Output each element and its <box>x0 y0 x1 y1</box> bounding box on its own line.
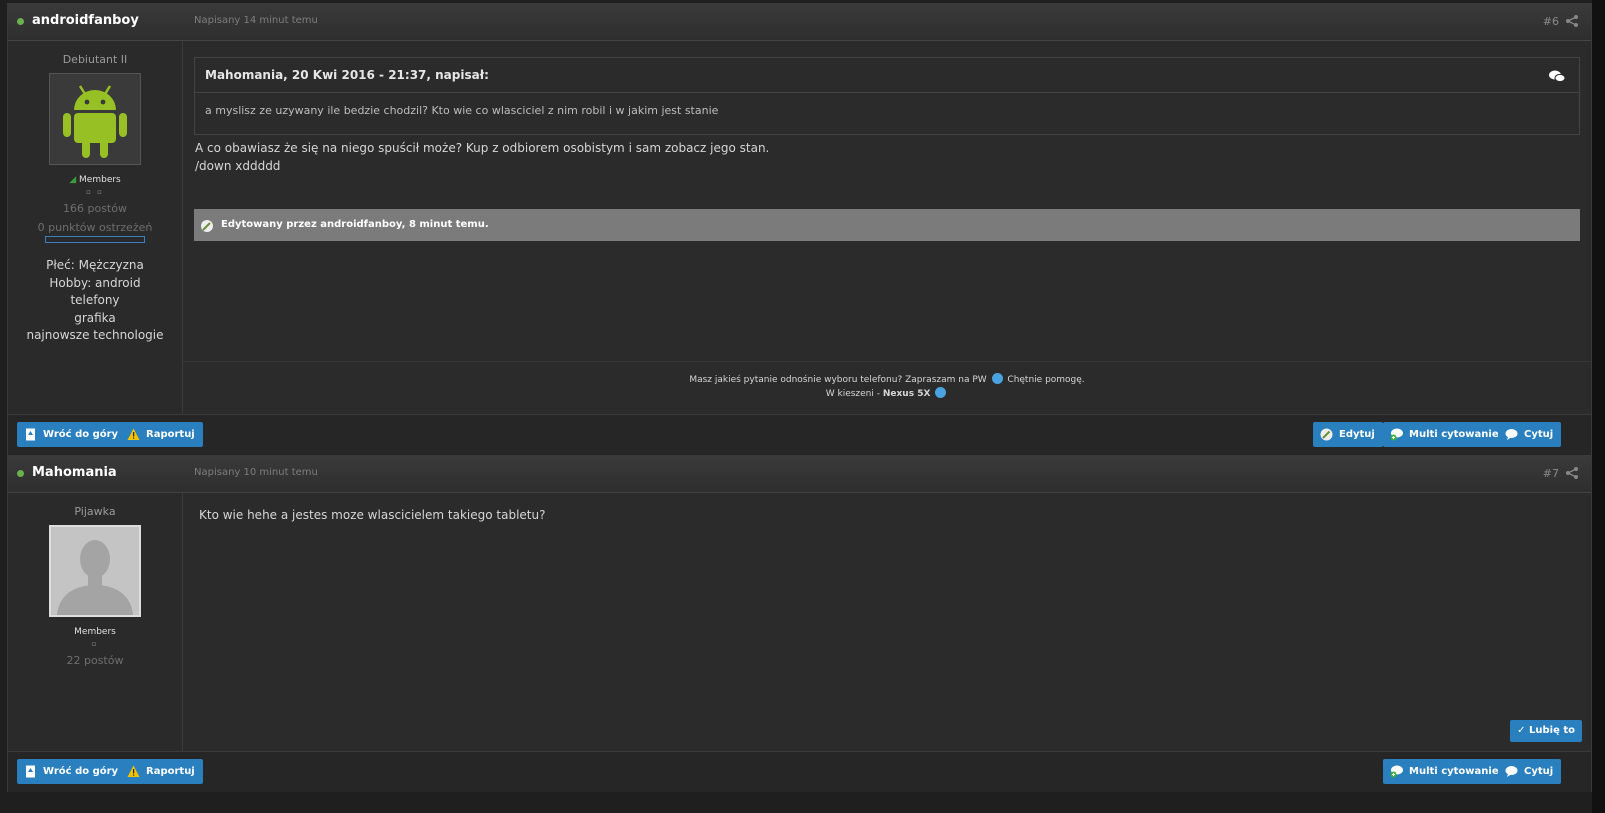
android-robot-icon <box>63 85 127 158</box>
signature-line: W kieszeni - Nexus 5X <box>183 387 1591 401</box>
default-user-silhouette-icon <box>51 527 139 615</box>
back-to-top-button[interactable]: Wróć do góry <box>17 759 127 784</box>
button-label: Cytuj <box>1524 429 1554 440</box>
post-content: Kto wie hehe a jestes moze wlascicielem … <box>183 493 1591 752</box>
rank-pips: ▫ <box>91 640 99 648</box>
quote-citation: Mahomania, 20 Kwi 2016 - 21:37, napisał: <box>205 68 489 82</box>
smile-icon <box>935 387 947 398</box>
user-rank: Debiutant II <box>62 53 128 66</box>
multiquote-button[interactable]: Multi cytowanie <box>1383 422 1507 447</box>
warning-icon <box>127 428 140 440</box>
user-group: Members <box>74 627 116 637</box>
quote-header: Mahomania, 20 Kwi 2016 - 21:37, napisał: <box>195 58 1579 93</box>
user-group: ◢ Members <box>8 175 182 185</box>
smile-icon <box>991 373 1003 384</box>
rank-pips: ▫ ▫ <box>86 188 104 196</box>
back-to-top-button[interactable]: Wróć do góry <box>17 422 127 447</box>
right-frame <box>1592 0 1605 813</box>
button-label: Wróć do góry <box>43 429 119 440</box>
quote-block: Mahomania, 20 Kwi 2016 - 21:37, napisał:… <box>194 57 1580 135</box>
speech-bubble-icon <box>1505 429 1518 440</box>
forum-page: androidfanboy Napisany 14 minut temu #6 … <box>0 0 1605 813</box>
profile-fields: Płeć: Mężczyzna Hobby: android telefony … <box>8 257 182 345</box>
quote-text: a myslisz ze uzywany ile bedzie chodzil?… <box>205 104 719 117</box>
button-label: Raportuj <box>146 429 195 440</box>
user-info: Debiutant II ◢ Members ▫ ▫ 166 postów 0 … <box>8 41 183 414</box>
post-footer: Wróć do góry Raportuj Edytuj Multi cytow… <box>8 414 1591 455</box>
online-status-dot <box>17 18 24 25</box>
avatar[interactable] <box>49 525 141 617</box>
post-number-link[interactable]: #6 <box>1543 15 1559 28</box>
report-button[interactable]: Raportuj <box>120 422 203 447</box>
share-icon[interactable] <box>1565 14 1579 28</box>
post-count: 22 postów <box>66 654 124 667</box>
edit-pencil-icon <box>201 220 213 232</box>
user-rank: Pijawka <box>74 505 116 518</box>
online-status-dot <box>17 470 24 477</box>
page-up-icon <box>26 428 35 441</box>
author-name[interactable]: androidfanboy <box>32 13 139 28</box>
button-label: Raportuj <box>146 766 195 777</box>
button-label: Multi cytowanie <box>1409 429 1499 440</box>
add-quote-icon <box>1390 428 1403 441</box>
post-body: Pijawka Members ▫ 22 postów Kto wie hehe… <box>8 493 1591 752</box>
post-body: Debiutant II ◢ Members ▫ ▫ 166 postów 0 … <box>8 41 1591 414</box>
post-header: androidfanboy Napisany 14 minut temu #6 <box>8 4 1591 41</box>
avatar[interactable] <box>49 73 141 165</box>
quote-button[interactable]: Cytuj <box>1498 759 1562 784</box>
profile-field: Płeć: Mężczyzna <box>46 258 144 272</box>
speech-bubble-icon <box>1505 766 1518 777</box>
post-text-line: /down xddddd <box>195 159 281 173</box>
post-7: Mahomania Napisany 10 minut temu #7 Pija… <box>7 455 1592 792</box>
warning-icon <box>127 765 140 777</box>
post-6: androidfanboy Napisany 14 minut temu #6 … <box>7 3 1592 455</box>
post-date: Napisany 10 minut temu <box>194 467 318 478</box>
signature: Masz jakieś pytanie odnośnie wyboru tele… <box>183 361 1591 401</box>
user-info: Pijawka Members ▫ 22 postów <box>8 493 183 752</box>
edited-notice: Edytowany przez androidfanboy, 8 minut t… <box>194 209 1580 241</box>
group-icon: ◢ <box>69 175 77 185</box>
button-label: Edytuj <box>1339 429 1375 440</box>
warning-bar <box>45 236 145 243</box>
report-button[interactable]: Raportuj <box>120 759 203 784</box>
signature-text: Masz jakieś pytanie odnośnie wyboru tele… <box>689 375 987 385</box>
post-count: 166 postów <box>63 202 127 215</box>
author-name[interactable]: Mahomania <box>32 465 117 480</box>
post-text: Kto wie hehe a jestes moze wlascicielem … <box>199 508 546 522</box>
button-label: Cytuj <box>1524 766 1554 777</box>
share-icon[interactable] <box>1565 466 1579 480</box>
post-content: Mahomania, 20 Kwi 2016 - 21:37, napisał:… <box>183 41 1591 414</box>
edit-button[interactable]: Edytuj <box>1313 422 1383 447</box>
button-label: Wróć do góry <box>43 766 119 777</box>
post-footer: Wróć do góry Raportuj Multi cytowanie Cy… <box>8 751 1591 792</box>
post-text: A co obawiasz że się na niego spuścił mo… <box>195 139 769 175</box>
signature-device: Nexus 5X <box>882 389 931 399</box>
profile-field: najnowsze technologie <box>26 328 164 343</box>
signature-text: Chętnie pomogę. <box>1007 375 1085 385</box>
edited-text: Edytowany przez androidfanboy, 8 minut t… <box>221 219 489 230</box>
warning-points[interactable]: 0 punktów ostrzeżeń <box>8 221 182 234</box>
signature-text: W kieszeni - <box>825 389 883 399</box>
group-label: Members <box>79 175 121 185</box>
page-up-icon <box>26 765 35 778</box>
like-button[interactable]: ✓ Lubię to <box>1510 720 1582 742</box>
edit-pencil-icon <box>1320 428 1333 441</box>
add-quote-icon <box>1390 765 1403 778</box>
profile-field: telefony <box>70 293 120 308</box>
speech-bubbles-icon[interactable] <box>1549 70 1565 82</box>
post-header: Mahomania Napisany 10 minut temu #7 <box>8 456 1591 493</box>
profile-field: grafika <box>74 310 116 325</box>
profile-field: Hobby: android <box>49 275 141 290</box>
multiquote-button[interactable]: Multi cytowanie <box>1383 759 1507 784</box>
signature-line: Masz jakieś pytanie odnośnie wyboru tele… <box>183 373 1591 387</box>
post-date: Napisany 14 minut temu <box>194 15 318 26</box>
quote-button[interactable]: Cytuj <box>1498 422 1562 447</box>
post-number-link[interactable]: #7 <box>1543 467 1559 480</box>
button-label: Multi cytowanie <box>1409 766 1499 777</box>
post-text-line: A co obawiasz że się na niego spuścił mo… <box>195 141 770 155</box>
